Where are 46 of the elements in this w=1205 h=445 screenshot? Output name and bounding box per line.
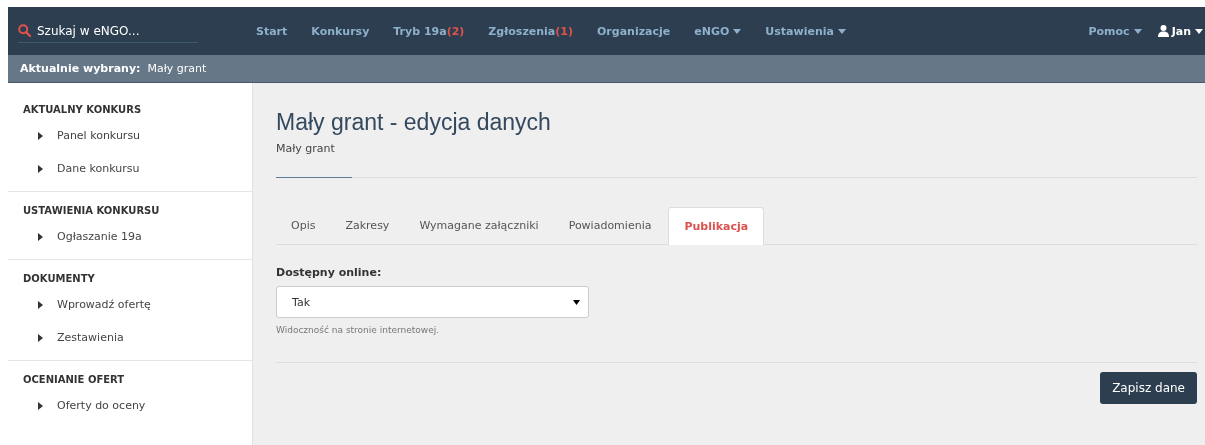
save-button[interactable]: Zapisz dane — [1100, 372, 1197, 404]
triangle-icon — [38, 401, 43, 410]
select-field[interactable]: Tak — [276, 286, 589, 318]
sidebar-heading: DOKUMENTY — [23, 272, 96, 286]
nav-link[interactable]: Konkursy — [299, 24, 382, 38]
triangle-icon — [38, 232, 43, 241]
page-title: Mały grant - edycja danych — [276, 109, 552, 136]
tab[interactable]: Zakresy — [330, 207, 405, 244]
triangle-icon — [38, 164, 43, 173]
context-label: Aktualnie wybrany: — [20, 62, 141, 75]
sidebar-link[interactable]: Zestawienia — [57, 331, 124, 344]
caret-icon — [837, 28, 846, 34]
sidebar-heading: USTAWIENIA KONKURSU — [23, 204, 161, 218]
nav-link[interactable]: Organizacje — [585, 24, 683, 38]
nav-link[interactable]: Jan — [1153, 24, 1203, 38]
triangle-icon — [38, 333, 43, 342]
field-label: Dostępny online: — [276, 266, 383, 279]
sidebar-link[interactable]: Oferty do oceny — [57, 399, 146, 412]
triangle-icon — [38, 300, 43, 309]
caret-icon — [1195, 28, 1203, 34]
nav-link[interactable]: eNGO — [682, 24, 754, 38]
triangle-icon — [38, 131, 43, 140]
sidebar-heading: OCENIANIE OFERT — [23, 373, 126, 387]
sidebar-heading: AKTUALNY KONKURS — [23, 103, 143, 117]
page-subtitle: Mały grant — [276, 142, 336, 155]
nav-link[interactable]: Ustawienia — [753, 24, 858, 38]
sidebar-link[interactable]: Ogłaszanie 19a — [57, 230, 142, 243]
sidebar-link[interactable]: Wprowadź ofertę — [57, 298, 151, 311]
nav-link[interactable]: Pomoc — [1076, 24, 1154, 38]
search-icon — [18, 24, 31, 37]
tab[interactable]: Wymagane załączniki — [404, 207, 554, 244]
tab[interactable]: Publikacja — [668, 207, 765, 245]
search-field[interactable]: Szukaj w eNGO... — [18, 23, 198, 43]
nav-link[interactable]: Start — [244, 24, 300, 38]
caret-icon — [733, 28, 742, 34]
tab[interactable]: Powiadomienia — [553, 207, 667, 244]
user-icon — [1157, 25, 1169, 37]
sidebar-link[interactable]: Dane konkursu — [57, 162, 140, 175]
context-value: Mały grant — [147, 62, 207, 75]
nav-link[interactable]: Tryb 19a(2) — [381, 24, 477, 38]
nav-link[interactable]: Zgłoszenia(1) — [476, 24, 585, 38]
help-text: Widoczność na stronie internetowej. — [276, 325, 441, 335]
dropdown-arrow-icon — [573, 299, 580, 305]
tab[interactable]: Opis — [276, 207, 331, 244]
caret-icon — [1133, 28, 1142, 34]
sidebar-link[interactable]: Panel konkursu — [57, 129, 141, 142]
